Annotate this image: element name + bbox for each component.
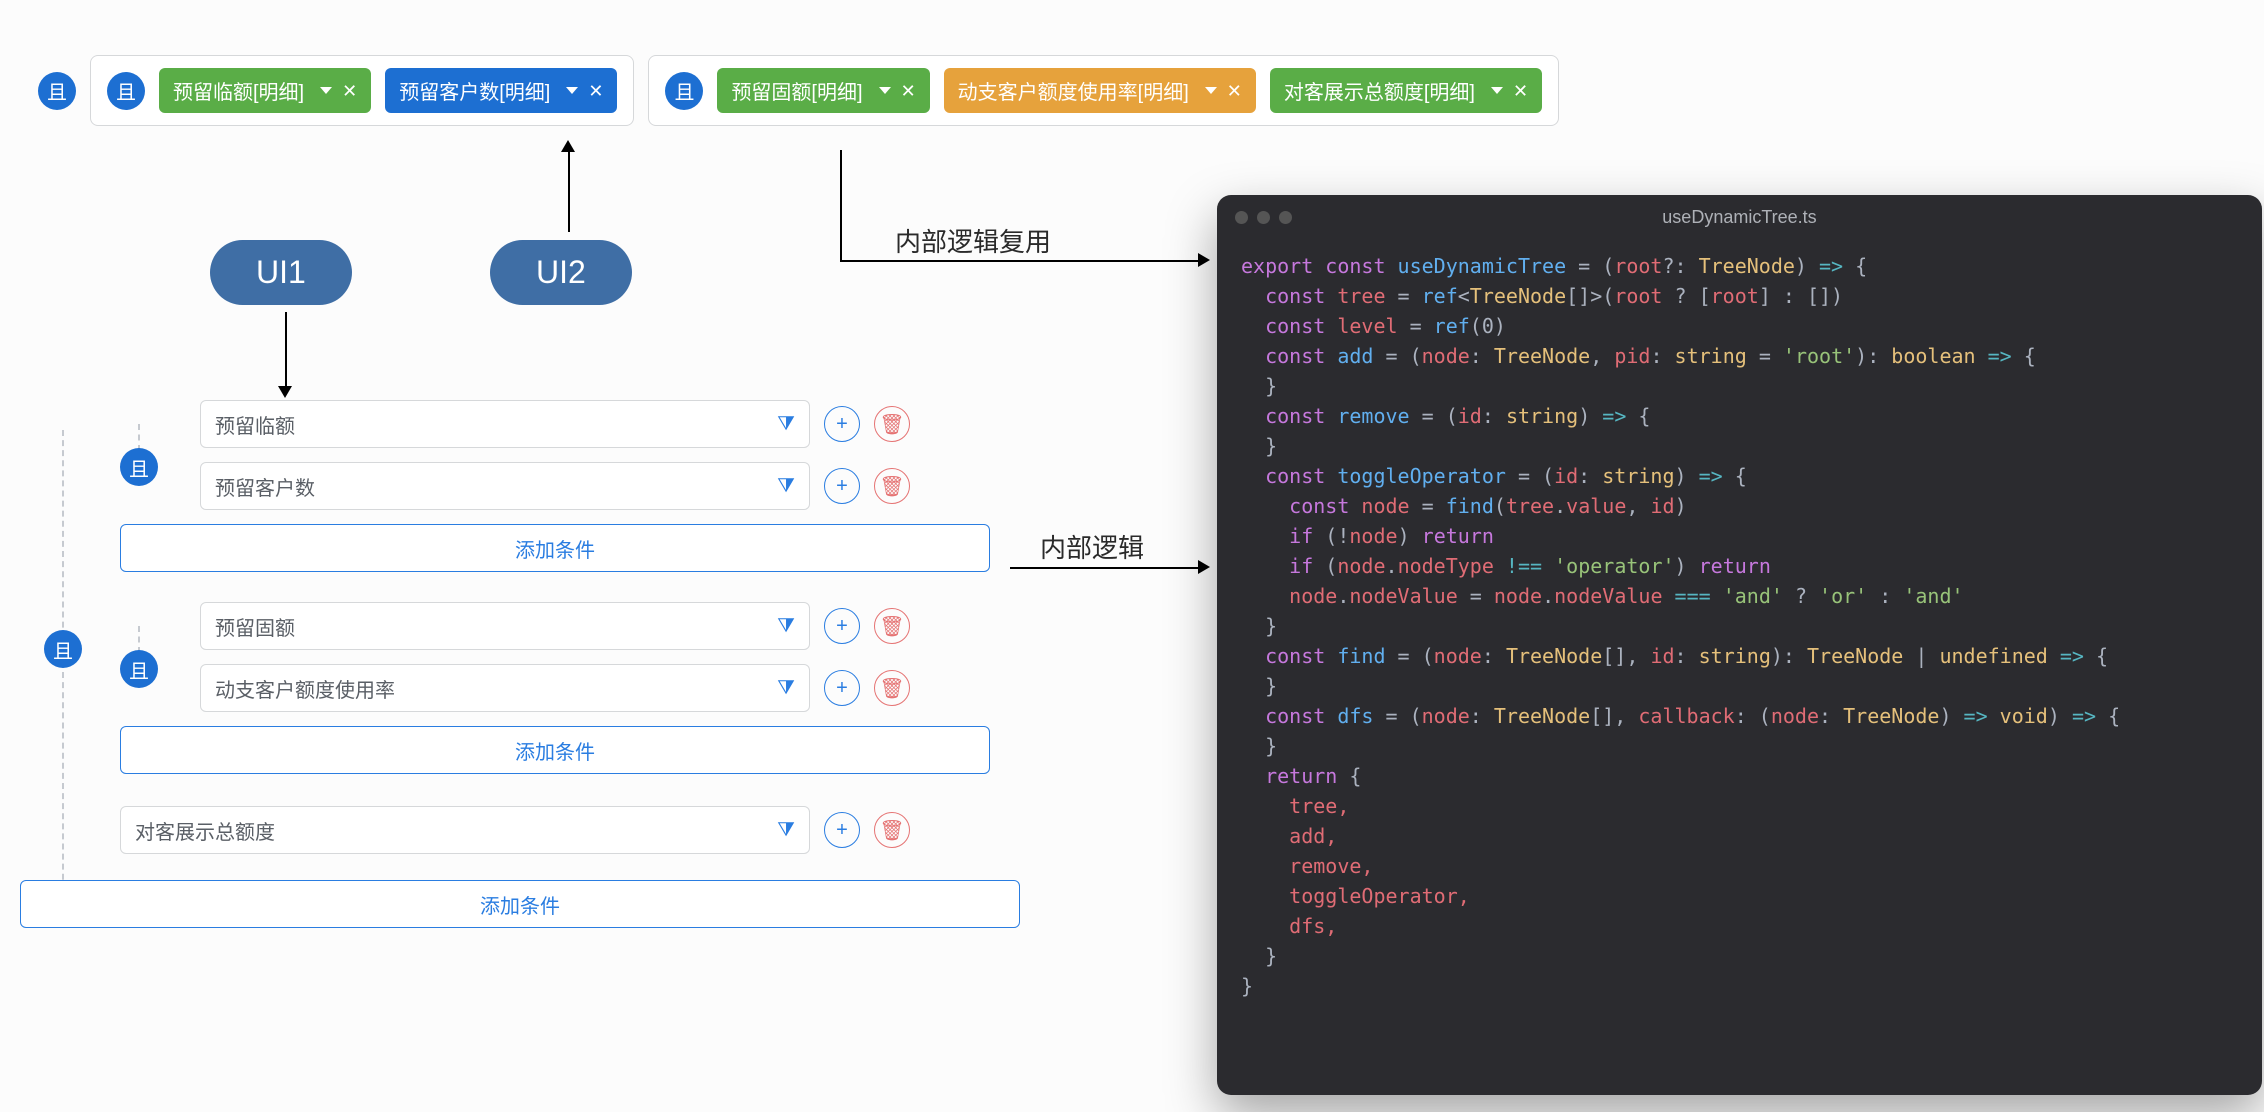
condition-input[interactable]: 预留固额 ⧩ [200, 602, 810, 650]
condition-input[interactable]: 动支客户额度使用率 ⧩ [200, 664, 810, 712]
chevron-down-icon[interactable] [1205, 87, 1217, 94]
add-button[interactable]: + [824, 608, 860, 644]
delete-button[interactable]: 🗑 [874, 670, 910, 706]
add-button[interactable]: + [824, 812, 860, 848]
delete-button[interactable]: 🗑 [874, 608, 910, 644]
condition-value: 预留客户数 [215, 472, 315, 501]
code-filename: useDynamicTree.ts [1217, 207, 2262, 228]
tag-usage-rate[interactable]: 动支客户额度使用率[明细] ✕ [944, 68, 1256, 113]
tag-label: 动支客户额度使用率[明细] [958, 76, 1189, 105]
condition-input[interactable]: 预留临额 ⧩ [200, 400, 810, 448]
add-condition-button[interactable]: 添加条件 [120, 726, 990, 774]
tag-actions: ✕ [1491, 82, 1528, 100]
condition-value: 预留固额 [215, 612, 295, 641]
arrow-reuse-h [840, 260, 1200, 262]
filter-icon[interactable]: ⧩ [777, 677, 795, 700]
arrow-label-reuse: 内部逻辑复用 [895, 222, 1051, 259]
group1-and-operator[interactable]: 且 [107, 72, 145, 110]
tag-group-1: 且 预留临额[明细] ✕ 预留客户数[明细] ✕ [90, 55, 634, 126]
tree-group2-and[interactable]: 且 [120, 650, 158, 688]
ui2-oval: UI2 [490, 240, 632, 305]
tag-label: 对客展示总额度[明细] [1284, 76, 1475, 105]
tag-actions: ✕ [320, 82, 357, 100]
delete-button[interactable]: 🗑 [874, 812, 910, 848]
code-header: useDynamicTree.ts [1217, 195, 2262, 239]
tag-actions: ✕ [879, 82, 916, 100]
arrow-head-icon [561, 140, 575, 152]
arrow-head-icon [1198, 560, 1210, 574]
close-icon[interactable]: ✕ [901, 82, 916, 100]
add-condition-button[interactable]: 添加条件 [20, 880, 1020, 928]
tag-reserve-fixed-quota[interactable]: 预留固额[明细] ✕ [717, 68, 929, 113]
arrow-ui1-down [285, 312, 287, 387]
tag-label: 预留固额[明细] [731, 76, 862, 105]
tree-outer-and[interactable]: 且 [44, 630, 82, 668]
tag-actions: ✕ [1205, 82, 1242, 100]
arrow-ui2-up [568, 150, 570, 232]
arrow-head-icon [1198, 253, 1210, 267]
add-button[interactable]: + [824, 670, 860, 706]
ui1-oval: UI1 [210, 240, 352, 305]
delete-button[interactable]: 🗑 [874, 468, 910, 504]
tag-reserve-temp-quota[interactable]: 预留临额[明细] ✕ [159, 68, 371, 113]
chevron-down-icon[interactable] [320, 87, 332, 94]
outer-and-operator[interactable]: 且 [38, 72, 76, 110]
group2-and-operator[interactable]: 且 [665, 72, 703, 110]
tag-actions: ✕ [566, 82, 603, 100]
chevron-down-icon[interactable] [1491, 87, 1503, 94]
add-button[interactable]: + [824, 468, 860, 504]
condition-value: 预留临额 [215, 410, 295, 439]
delete-button[interactable]: 🗑 [874, 406, 910, 442]
tree-group1-and[interactable]: 且 [120, 448, 158, 486]
close-icon[interactable]: ✕ [342, 82, 357, 100]
code-body: export const useDynamicTree = (root?: Tr… [1217, 239, 2262, 1013]
chevron-down-icon[interactable] [879, 87, 891, 94]
filter-icon[interactable]: ⧩ [777, 615, 795, 638]
add-button[interactable]: + [824, 406, 860, 442]
condition-value: 对客展示总额度 [135, 816, 275, 845]
tag-label: 预留客户数[明细] [399, 76, 550, 105]
condition-input[interactable]: 对客展示总额度 ⧩ [120, 806, 810, 854]
filter-icon[interactable]: ⧩ [777, 819, 795, 842]
filter-icon[interactable]: ⧩ [777, 475, 795, 498]
condition-input[interactable]: 预留客户数 ⧩ [200, 462, 810, 510]
close-icon[interactable]: ✕ [1513, 82, 1528, 100]
filter-icon[interactable]: ⧩ [777, 413, 795, 436]
tag-reserve-customers[interactable]: 预留客户数[明细] ✕ [385, 68, 617, 113]
arrow-label-inner: 内部逻辑 [1040, 528, 1144, 565]
chevron-down-icon[interactable] [566, 87, 578, 94]
tree-line [62, 430, 64, 910]
close-icon[interactable]: ✕ [1227, 82, 1242, 100]
tag-display-total-quota[interactable]: 对客展示总额度[明细] ✕ [1270, 68, 1542, 113]
condition-value: 动支客户额度使用率 [215, 674, 395, 703]
arrow-reuse-v [840, 150, 842, 260]
code-editor-panel: useDynamicTree.ts export const useDynami… [1217, 195, 2262, 1095]
add-condition-button[interactable]: 添加条件 [120, 524, 990, 572]
top-tag-row: 且 且 预留临额[明细] ✕ 预留客户数[明细] ✕ 且 预留固额[明细] ✕ [38, 55, 1559, 126]
close-icon[interactable]: ✕ [588, 82, 603, 100]
tag-group-2: 且 预留固额[明细] ✕ 动支客户额度使用率[明细] ✕ 对客展示总额度[明细]… [648, 55, 1559, 126]
arrow-inner-h [1010, 567, 1200, 569]
arrow-head-icon [278, 386, 292, 398]
tag-label: 预留临额[明细] [173, 76, 304, 105]
